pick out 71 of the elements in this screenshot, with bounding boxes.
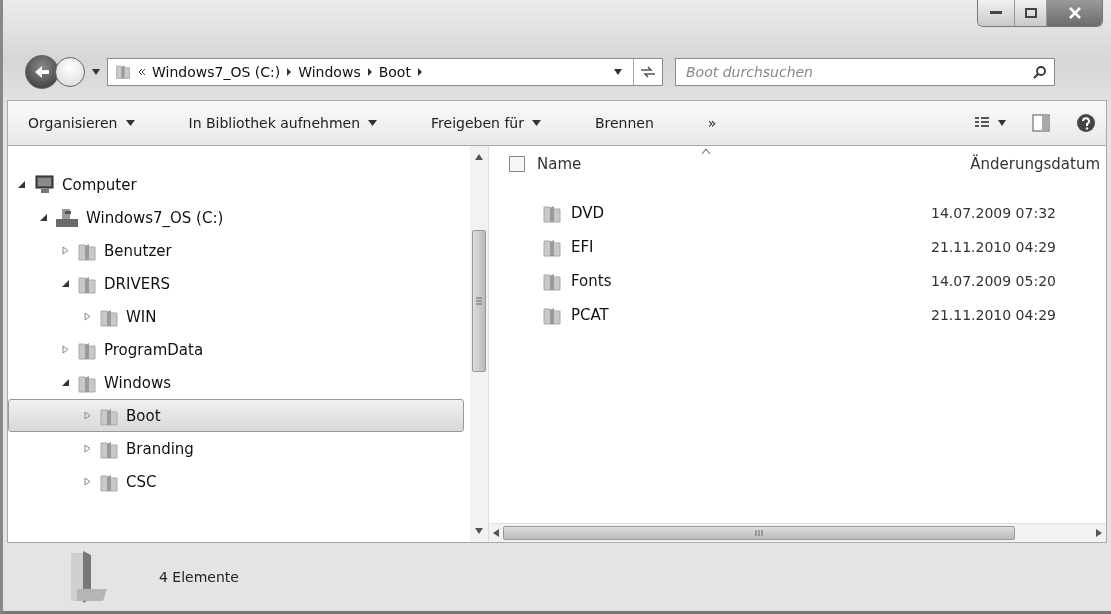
expanded-arrow-icon[interactable] [61,279,70,288]
breadcrumb[interactable]: Windows [292,64,367,80]
maximize-icon [1024,8,1037,18]
breadcrumb[interactable]: Boot [372,64,417,80]
breadcrumb-arrow-icon[interactable] [416,68,423,76]
back-arrow-icon [33,64,51,80]
close-icon [1067,7,1082,19]
grip-icon [755,530,763,536]
help-icon[interactable] [1076,113,1096,133]
drive-icon [54,206,80,229]
minimize-icon [990,11,1002,15]
collapsed-arrow-icon[interactable] [61,246,70,255]
tree-item[interactable]: Windows7_OS (C:) [8,201,464,234]
breadcrumb[interactable]: Windows7_OS (C:) [146,64,287,80]
search-icon[interactable] [1033,65,1047,79]
view-options-icon[interactable] [974,116,1008,130]
collapsed-arrow-icon[interactable] [83,411,92,420]
tree-item[interactable]: Branding [8,432,464,465]
collapsed-arrow-icon[interactable] [83,444,92,453]
expanded-arrow-icon[interactable] [39,213,48,222]
breadcrumb-arrow-icon[interactable] [366,68,373,76]
dropdown-arrow-icon[interactable] [613,68,623,76]
history-dropdown-icon[interactable] [91,68,101,76]
forward-button[interactable] [55,57,85,87]
file-row[interactable]: Fonts 14.07.2009 05:20 [489,264,1106,298]
collapsed-arrow-icon[interactable] [83,477,92,486]
scroll-up-icon[interactable] [475,154,483,160]
tree-item[interactable]: WIN [8,300,464,333]
dropdown-arrow-icon [531,120,541,126]
sort-ascending-icon [701,148,711,154]
column-header[interactable]: Name [537,155,971,173]
file-row[interactable]: EFI 21.11.2010 04:29 [489,230,1106,264]
expanded-arrow-icon[interactable] [61,378,70,387]
tree-item[interactable]: DRIVERS [8,267,464,300]
toolbar-button[interactable]: » [697,111,727,135]
grip-icon [476,297,482,305]
breadcrumb-arrow-icon[interactable] [286,68,293,76]
collapsed-arrow-icon[interactable] [61,345,70,354]
dropdown-arrow-icon [368,120,378,126]
file-row[interactable]: DVD 14.07.2009 07:32 [489,196,1106,230]
preview-pane-icon[interactable] [1032,114,1050,132]
refresh-icon[interactable] [640,65,656,79]
tree-item[interactable]: Boot [8,399,464,432]
column-header[interactable]: Änderungsdatum [970,155,1100,173]
select-all-checkbox[interactable] [509,156,525,172]
search-field[interactable]: Boot durchsuchen [675,58,1055,86]
computer-icon [32,173,56,196]
scroll-left-icon[interactable] [493,529,499,537]
collapsed-arrow-icon[interactable] [83,312,92,321]
toolbar-button[interactable]: Brennen [584,111,664,135]
tree-item[interactable]: Windows [8,366,464,399]
scroll-right-icon[interactable] [1096,529,1102,537]
toolbar-button[interactable]: Freigeben für [421,111,551,135]
tree-item[interactable]: ProgramData [8,333,464,366]
scrollbar[interactable] [489,523,1106,542]
file-row[interactable]: PCAT 21.11.2010 04:29 [489,298,1106,332]
expanded-arrow-icon[interactable] [17,180,26,189]
dropdown-arrow-icon [125,120,135,126]
scrollbar[interactable] [470,146,488,542]
item-count: 4 Elemente [159,569,239,585]
toolbar-button[interactable]: Organisieren [18,111,145,135]
scroll-down-icon[interactable] [475,528,483,534]
address-bar[interactable]: Windows7_OS (C:) Windows Boot [107,58,663,86]
tree-item[interactable]: CSC [8,465,464,498]
maximize-button[interactable] [1014,0,1046,26]
tree-item[interactable]: Computer [8,168,464,201]
minimize-button[interactable] [978,0,1014,26]
toolbar-button[interactable]: In Bibliothek aufnehmen [178,111,388,135]
back-button[interactable] [25,55,59,89]
close-button[interactable] [1046,0,1102,26]
tree-item[interactable]: Benutzer [8,234,464,267]
